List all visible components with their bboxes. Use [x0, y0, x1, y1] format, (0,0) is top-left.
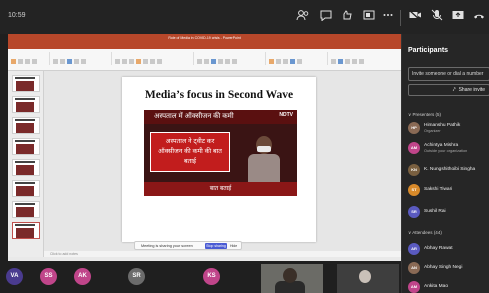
avatar-initials: KS [207, 273, 216, 279]
news-screenshot-image: अस्पताल में ऑक्सीजन की कमी NDTV अस्पताल … [144, 110, 297, 196]
slide-thumbnail[interactable] [12, 138, 40, 155]
participant-video[interactable] [261, 264, 323, 293]
reporter-image [244, 132, 284, 184]
avatar: AR [408, 243, 420, 255]
participant-row[interactable]: AM Ankita Mao [408, 280, 489, 293]
gallery-avatar[interactable]: KS [203, 268, 220, 285]
meeting-top-bar: 10:59 [0, 0, 489, 34]
participant-name: Sushil Rai [424, 209, 446, 214]
slide-thumbnail-selected[interactable] [12, 222, 40, 239]
panel-title: Participants [408, 47, 449, 54]
ribbon-group-clipboard[interactable] [10, 52, 50, 65]
avatar: AM [408, 142, 420, 154]
share-invite-label: Share invite [458, 87, 485, 93]
slide-thumbnail[interactable] [12, 96, 40, 113]
windows-taskbar [8, 257, 401, 261]
participants-icon[interactable] [296, 9, 310, 27]
slide-thumbnail[interactable] [12, 159, 40, 176]
gallery-avatar[interactable]: SS [40, 268, 57, 285]
sharing-text: Meeting is sharing your screen [141, 244, 193, 248]
current-slide[interactable]: Media’s focus in Second Wave अस्पताल में… [122, 77, 316, 242]
participant-role: Organizer [424, 129, 441, 133]
avatar: ST [408, 184, 420, 196]
participant-name: Himanshu Pathik [424, 123, 461, 128]
attendees-section-header[interactable]: ∨ Attendees (44) [408, 230, 442, 236]
slide-thumbnails-pane [8, 71, 44, 257]
ribbon-group-slides[interactable] [52, 52, 112, 65]
presenters-section-header[interactable]: ∨ Presenters (5) [408, 112, 441, 118]
invite-input[interactable]: Invite someone or dial a number [408, 67, 489, 81]
participant-role: Outside your organization [424, 149, 468, 153]
participant-gallery: VA SS AK SR KS [0, 264, 401, 293]
mic-off-icon[interactable] [430, 9, 444, 27]
shared-screen: Role of Media in COVID-19 crisis - Power… [8, 34, 401, 261]
news-ticker: बात बताई [144, 182, 297, 196]
slide-thumbnail[interactable] [12, 117, 40, 134]
slide-thumbnail[interactable] [12, 180, 40, 197]
participant-video[interactable] [337, 264, 399, 293]
participant-name: Achintya Mishra [424, 143, 459, 148]
avatar-initials: SS [44, 273, 53, 279]
share-icon: ⤤ [452, 87, 456, 93]
meeting-timer: 10:59 [8, 12, 26, 19]
participant-row[interactable]: HP Himanshu Pathik Organizer [408, 121, 489, 137]
slide-thumbnail[interactable] [12, 75, 40, 92]
ribbon-group-editing[interactable] [330, 52, 398, 65]
powerpoint-ribbon [8, 49, 401, 71]
participant-row[interactable]: AM Achintya Mishra Outside your organiza… [408, 141, 489, 157]
teams-meeting-window: 10:59 Role of Media in COVID-19 crisis -… [0, 0, 489, 293]
participant-row[interactable]: AR Abhay Rawat [408, 242, 489, 258]
reactions-icon[interactable] [340, 9, 354, 27]
ribbon-group-font[interactable] [114, 52, 194, 65]
avatar: KN [408, 164, 420, 176]
gallery-avatar[interactable]: SR [128, 268, 145, 285]
share-screen-icon[interactable] [451, 9, 465, 27]
avatar: SR [408, 206, 420, 218]
participant-name: Abhay Rawat [424, 246, 453, 251]
participant-name: Ankita Mao [424, 284, 448, 289]
avatar: AM [408, 281, 420, 293]
sharing-notification: Meeting is sharing your screen Stop shar… [134, 241, 242, 250]
leave-icon[interactable] [472, 9, 486, 27]
avatar: HP [408, 122, 420, 134]
participant-row[interactable]: ST Sakshi Tiwari [408, 183, 489, 199]
powerpoint-menu-bar: File Home Insert Transitions Animations … [8, 42, 401, 56]
participant-row[interactable]: SR Sushil Rai [408, 205, 489, 221]
participant-name: K. Nungshithoibi Singha [424, 167, 476, 172]
toolbar-divider [400, 10, 401, 26]
slide-title: Media’s focus in Second Wave [144, 89, 294, 101]
view-icon[interactable] [362, 9, 376, 27]
channel-logo: NDTV [279, 112, 293, 118]
ribbon-group-paragraph[interactable] [196, 52, 266, 65]
stop-sharing-button[interactable]: Stop sharing [205, 243, 227, 249]
slide-thumbnail[interactable] [12, 201, 40, 218]
ribbon-group-drawing[interactable] [268, 52, 328, 65]
slide-editor: Media’s focus in Second Wave अस्पताल में… [44, 71, 401, 251]
participant-name: Abhay Singh Negi [424, 265, 463, 270]
gallery-avatar[interactable]: AK [74, 268, 91, 285]
avatar-initials: SR [132, 273, 141, 279]
chat-icon[interactable] [319, 9, 333, 27]
news-headline: अस्पताल में ऑक्सीजन की कमी [144, 110, 297, 124]
participant-name: Sakshi Tiwari [424, 187, 453, 192]
participants-panel: Participants Invite someone or dial a nu… [401, 34, 489, 293]
hide-button[interactable]: Hide [230, 243, 237, 250]
gallery-avatar[interactable]: VA [6, 268, 23, 285]
powerpoint-title-bar: Role of Media in COVID-19 crisis - Power… [8, 34, 401, 42]
news-caption-box: अस्पताल ने ट्वीट कर ऑक्सीजन की कमी की बा… [150, 132, 230, 172]
more-icon[interactable] [382, 9, 394, 27]
avatar: AN [408, 262, 420, 274]
camera-off-icon[interactable] [408, 9, 422, 27]
share-invite-button[interactable]: ⤤ Share invite [408, 84, 489, 96]
participant-row[interactable]: KN K. Nungshithoibi Singha [408, 163, 489, 179]
avatar-initials: VA [10, 273, 19, 279]
avatar-initials: AK [78, 273, 87, 279]
participant-row[interactable]: AN Abhay Singh Negi [408, 261, 489, 277]
